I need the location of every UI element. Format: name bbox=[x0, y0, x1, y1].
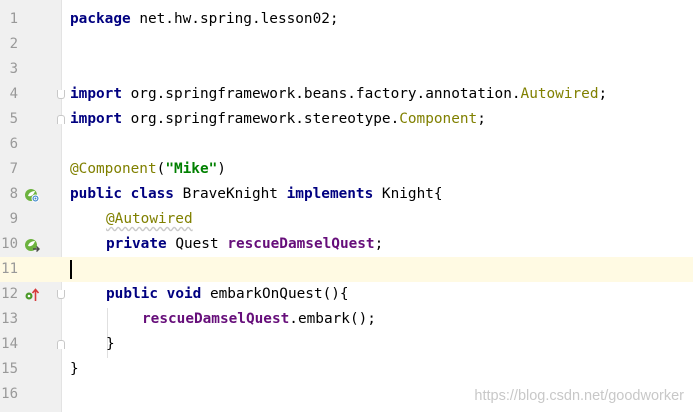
code-fragment: BraveKnight bbox=[173, 186, 287, 202]
keyword: public bbox=[106, 286, 158, 302]
code-fragment: org.springframework.beans.factory.annota… bbox=[121, 86, 521, 102]
code-line-3[interactable]: 3 bbox=[0, 57, 693, 82]
line-number: 3 bbox=[9, 61, 18, 77]
line-number: 11 bbox=[1, 261, 18, 277]
code-fragment: Quest bbox=[166, 236, 228, 252]
closing-brace: } bbox=[106, 336, 115, 352]
closing-brace: } bbox=[70, 361, 79, 377]
keyword: import bbox=[70, 86, 122, 102]
code-line-8[interactable]: 8 public class BraveKnight implements Kn… bbox=[0, 182, 693, 207]
fold-end-icon[interactable] bbox=[57, 115, 65, 124]
class-reference: Component bbox=[399, 111, 478, 127]
code-fragment: org.springframework.stereotype. bbox=[121, 111, 400, 127]
code-line-1[interactable]: 1 package net.hw.spring.lesson02; bbox=[0, 7, 693, 32]
keyword: void bbox=[166, 286, 202, 302]
fold-toggle-icon[interactable] bbox=[57, 290, 65, 299]
line-number: 16 bbox=[1, 386, 18, 402]
watermark: https://blog.csdn.net/goodworker bbox=[474, 388, 684, 404]
keyword: implements bbox=[286, 186, 374, 202]
code-fragment: ; bbox=[374, 236, 384, 252]
line-number: 7 bbox=[9, 161, 18, 177]
spring-injection-icon[interactable] bbox=[24, 237, 40, 253]
implementing-method-icon[interactable] bbox=[24, 287, 40, 303]
string-literal: "Mike" bbox=[165, 161, 218, 177]
code-editor[interactable]: 1 package net.hw.spring.lesson02; 2 3 4 … bbox=[0, 0, 693, 412]
line-number: 5 bbox=[9, 111, 18, 127]
annotation: @Component bbox=[70, 161, 157, 177]
line-number: 13 bbox=[1, 311, 18, 327]
keyword: public bbox=[70, 186, 122, 202]
code-text: import org.springframework.beans.factory… bbox=[70, 82, 607, 107]
code-fragment: ( bbox=[156, 161, 166, 177]
code-text: } bbox=[70, 332, 115, 357]
code-line-10[interactable]: 10 private Quest rescueDamselQuest; bbox=[0, 232, 693, 257]
field-name: rescueDamselQuest bbox=[142, 311, 290, 327]
code-text: public class BraveKnight implements Knig… bbox=[70, 182, 443, 207]
code-text: rescueDamselQuest.embark(); bbox=[70, 307, 376, 332]
fold-end-icon[interactable] bbox=[57, 340, 65, 349]
code-text: } bbox=[70, 357, 79, 382]
line-number: 12 bbox=[1, 286, 18, 302]
code-text: @Component("Mike") bbox=[70, 157, 226, 182]
code-fragment: ; bbox=[477, 111, 486, 127]
code-fragment: ; bbox=[598, 86, 608, 102]
code-text: public void embarkOnQuest(){ bbox=[70, 282, 349, 307]
line-number: 2 bbox=[9, 36, 18, 52]
code-line-11[interactable]: 11 bbox=[0, 257, 693, 282]
keyword: import bbox=[70, 111, 122, 127]
code-line-9[interactable]: 9 @Autowired bbox=[0, 207, 693, 232]
fold-toggle-icon[interactable] bbox=[57, 90, 65, 99]
code-line-4[interactable]: 4 import org.springframework.beans.facto… bbox=[0, 82, 693, 107]
code-fragment: embarkOnQuest(){ bbox=[201, 286, 349, 302]
line-number: 15 bbox=[1, 361, 18, 377]
code-text: package net.hw.spring.lesson02; bbox=[70, 7, 339, 32]
code-fragment: ) bbox=[217, 161, 226, 177]
code-line-6[interactable]: 6 bbox=[0, 132, 693, 157]
code-text: import org.springframework.stereotype.Co… bbox=[70, 107, 486, 132]
annotation: @Autowired bbox=[106, 211, 193, 227]
keyword: class bbox=[130, 186, 174, 202]
code-line-13[interactable]: 13 rescueDamselQuest.embark(); bbox=[0, 307, 693, 332]
line-number: 6 bbox=[9, 136, 18, 152]
code-fragment: .embark(); bbox=[289, 311, 376, 327]
line-number: 1 bbox=[9, 11, 18, 27]
line-number: 8 bbox=[9, 186, 18, 202]
code-line-5[interactable]: 5 import org.springframework.stereotype.… bbox=[0, 107, 693, 132]
code-fragment: net.hw.spring.lesson02; bbox=[130, 11, 339, 27]
code-fragment: Knight{ bbox=[373, 186, 443, 202]
code-line-7[interactable]: 7 @Component("Mike") bbox=[0, 157, 693, 182]
text-caret bbox=[70, 260, 72, 279]
spring-bean-icon[interactable] bbox=[24, 187, 40, 203]
code-line-12[interactable]: 12 public void embarkOnQuest(){ bbox=[0, 282, 693, 307]
keyword: package bbox=[70, 11, 131, 27]
line-number: 10 bbox=[1, 236, 18, 252]
code-text: private Quest rescueDamselQuest; bbox=[70, 232, 383, 257]
code-text: @Autowired bbox=[70, 207, 193, 232]
class-reference: Autowired bbox=[520, 86, 599, 102]
keyword: private bbox=[106, 236, 167, 252]
line-number: 14 bbox=[1, 336, 18, 352]
field-name: rescueDamselQuest bbox=[227, 236, 375, 252]
code-line-2[interactable]: 2 bbox=[0, 32, 693, 57]
code-lines[interactable]: 1 package net.hw.spring.lesson02; 2 3 4 … bbox=[0, 7, 693, 407]
line-number: 9 bbox=[9, 211, 18, 227]
code-line-15[interactable]: 15 } bbox=[0, 357, 693, 382]
code-line-14[interactable]: 14 } bbox=[0, 332, 693, 357]
line-number: 4 bbox=[9, 86, 18, 102]
